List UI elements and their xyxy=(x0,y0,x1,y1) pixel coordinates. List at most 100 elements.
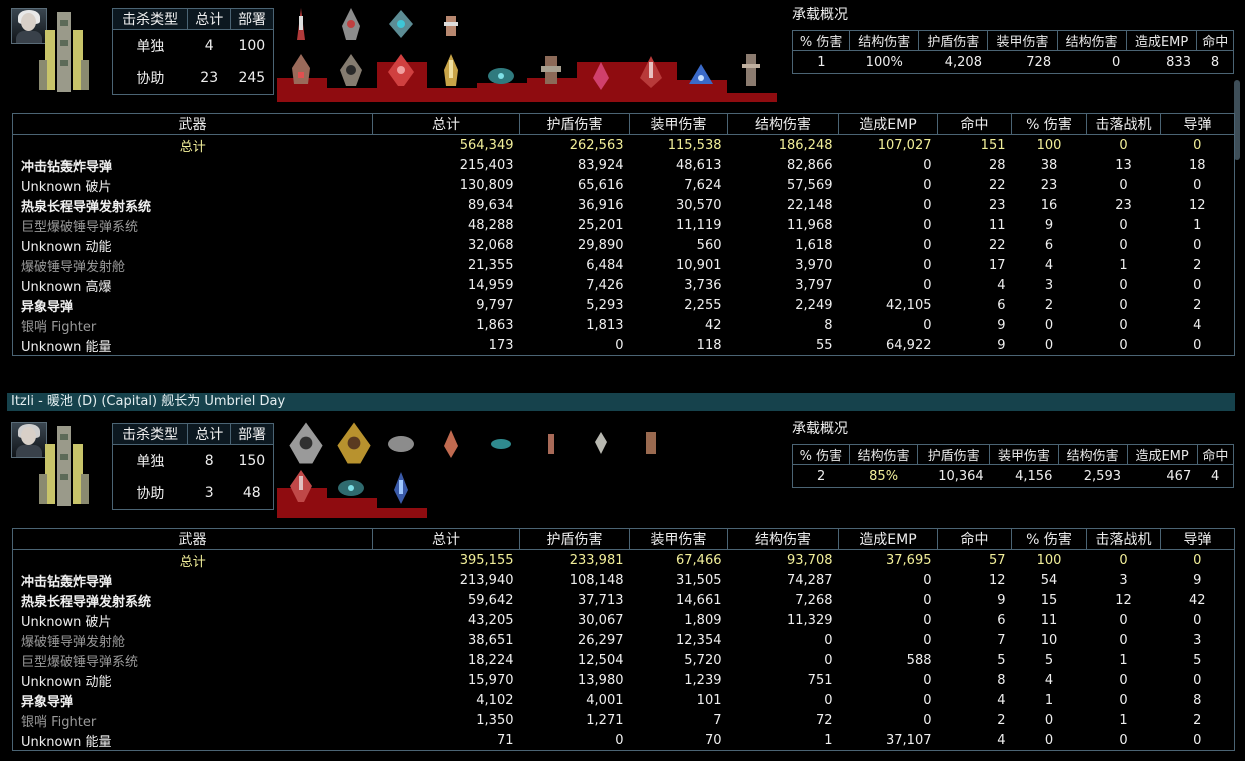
bomber-red-icon xyxy=(388,54,414,86)
weapon-row: Unknown 高爆 14,959 7,426 3,736 3,797 0 4 3 0 0 xyxy=(13,275,1235,295)
column-header-damage-percent[interactable]: % 伤害 xyxy=(1011,528,1087,550)
summary-header: 命中 xyxy=(1196,444,1235,465)
summary-title-2: 承载概况 xyxy=(792,421,848,437)
summary-cell: 10,364 xyxy=(938,468,984,484)
cell-hits: 4 xyxy=(997,732,1006,748)
cell-structure-damage: 11,968 xyxy=(787,217,833,233)
column-header-missiles[interactable]: 导弹 xyxy=(1160,528,1235,550)
summary-title-1: 承载概况 xyxy=(792,7,848,23)
column-header-total[interactable]: 总计 xyxy=(372,113,520,135)
kill-deploy-solo: 100 xyxy=(238,38,266,54)
summary-header: % 伤害 xyxy=(791,30,851,51)
cell-fighters-downed: 23 xyxy=(1115,197,1132,213)
column-header-damage-percent[interactable]: % 伤害 xyxy=(1011,113,1087,135)
cell-total: 395,155 xyxy=(459,552,514,568)
column-header-fighters-downed[interactable]: 击落战机 xyxy=(1086,528,1161,550)
cell-shield-damage: 233,981 xyxy=(569,552,624,568)
weapon-row: 爆破锤导弹发射舱 21,355 6,484 10,901 3,970 0 17 4 1 2 xyxy=(13,255,1235,275)
cell-emp: 0 xyxy=(923,197,932,213)
column-header-emp[interactable]: 造成EMP xyxy=(838,113,938,135)
cell-missiles: 42 xyxy=(1188,592,1206,608)
cell-total: 32,068 xyxy=(468,237,514,253)
column-header-shield-damage[interactable]: 护盾伤害 xyxy=(519,528,630,550)
cell-fighters-downed: 12 xyxy=(1115,592,1132,608)
cell-shield-damage: 25,201 xyxy=(578,217,624,233)
kill-total-header: 总计 xyxy=(187,423,232,445)
summary-cell: 4,208 xyxy=(944,54,982,70)
cell-damage-percent: 0 xyxy=(1044,712,1054,728)
column-header-structure-damage[interactable]: 结构伤害 xyxy=(727,528,839,550)
cell-missiles: 0 xyxy=(1193,612,1202,628)
weapon-name: 爆破锤导弹发射舱 xyxy=(21,259,126,275)
summary-cell: 4 xyxy=(1210,468,1220,484)
cell-damage-percent: 4 xyxy=(1044,257,1054,273)
weapon-name: 巨型爆破锤导弹系统 xyxy=(21,654,139,670)
cell-missiles: 5 xyxy=(1193,652,1202,668)
cell-missiles: 0 xyxy=(1193,672,1202,688)
column-header-missiles[interactable]: 导弹 xyxy=(1160,113,1235,135)
cell-fighters-downed: 0 xyxy=(1119,612,1128,628)
bomber-grey-icon xyxy=(289,422,323,464)
cell-damage-percent: 0 xyxy=(1044,317,1054,333)
cell-missiles: 0 xyxy=(1193,237,1202,253)
cell-damage-percent: 4 xyxy=(1044,672,1054,688)
column-header-hits[interactable]: 命中 xyxy=(937,528,1012,550)
cell-shield-damage: 0 xyxy=(615,337,624,353)
cell-fighters-downed: 3 xyxy=(1119,572,1128,588)
cell-total: 18,224 xyxy=(468,652,514,668)
cell-damage-percent: 5 xyxy=(1044,652,1054,668)
cell-hits: 22 xyxy=(988,177,1006,193)
column-header-armor-damage[interactable]: 装甲伤害 xyxy=(629,113,728,135)
cell-shield-damage: 12,504 xyxy=(578,652,624,668)
capital-ship-icon xyxy=(39,12,89,92)
weapon-row: Unknown 动能 32,068 29,890 560 1,618 0 22 6 0 0 xyxy=(13,235,1235,255)
cell-hits: 22 xyxy=(988,237,1006,253)
summary-cell: 2 xyxy=(817,468,826,484)
column-header-shield-damage[interactable]: 护盾伤害 xyxy=(519,113,630,135)
ship-banner-2[interactable]: Itzli - 暖池 (D) (Capital) 舰长为 Umbriel Day xyxy=(7,393,1235,411)
cell-shield-damage: 36,916 xyxy=(578,197,624,213)
column-header-emp[interactable]: 造成EMP xyxy=(838,528,938,550)
fighter-small-icon xyxy=(548,434,554,454)
summary-cell: 728 xyxy=(1026,54,1052,70)
cell-structure-damage: 93,708 xyxy=(787,552,833,568)
cell-emp: 0 xyxy=(923,692,932,708)
column-header-total[interactable]: 总计 xyxy=(372,528,520,550)
cell-fighters-downed: 1 xyxy=(1119,652,1128,668)
column-header-armor-damage[interactable]: 装甲伤害 xyxy=(629,528,728,550)
column-header-hits[interactable]: 命中 xyxy=(937,113,1012,135)
cell-armor-damage: 10,901 xyxy=(676,257,722,273)
cell-hits: 9 xyxy=(997,317,1006,333)
cell-total: 1,350 xyxy=(476,712,514,728)
cell-total: 14,959 xyxy=(468,277,514,293)
column-header-fighters-downed[interactable]: 击落战机 xyxy=(1086,113,1161,135)
cell-fighters-downed: 1 xyxy=(1119,712,1128,728)
summary-header: 结构伤害 xyxy=(848,444,919,465)
weapon-row: 冲击钻轰炸导弹 215,403 83,924 48,613 82,866 0 28 38 13 1… xyxy=(13,155,1235,175)
cell-missiles: 18 xyxy=(1188,157,1206,173)
cell-missiles: 0 xyxy=(1193,137,1202,153)
bomber-gold-icon xyxy=(337,422,371,464)
cell-emp: 107,027 xyxy=(877,137,932,153)
column-header-structure-damage[interactable]: 结构伤害 xyxy=(727,113,839,135)
summary-header: 护盾伤害 xyxy=(917,444,991,465)
column-header-weapon[interactable]: 武器 xyxy=(12,113,373,135)
cell-structure-damage: 751 xyxy=(807,672,833,688)
cell-emp: 588 xyxy=(906,652,932,668)
cell-hits: 9 xyxy=(997,337,1006,353)
cell-shield-damage: 83,924 xyxy=(578,157,624,173)
drone-grey-icon xyxy=(388,436,414,452)
weapon-name: Unknown 动能 xyxy=(21,239,112,255)
summary-header: 结构伤害 xyxy=(1056,30,1127,51)
cell-structure-damage: 11,329 xyxy=(787,612,833,628)
cell-hits: 6 xyxy=(997,612,1006,628)
drone-teal-icon xyxy=(488,68,514,84)
column-header-weapon[interactable]: 武器 xyxy=(12,528,373,550)
loss-bar xyxy=(427,88,477,102)
kill-type-table-2: 击杀类型 总计 部署 单独 8 150 协助 3 48 xyxy=(111,423,274,510)
bomber-gold-icon xyxy=(444,54,458,86)
cell-armor-damage: 12,354 xyxy=(676,632,722,648)
cell-emp: 0 xyxy=(923,712,932,728)
interceptor-pink-icon xyxy=(593,62,609,90)
cell-hits: 4 xyxy=(997,277,1006,293)
